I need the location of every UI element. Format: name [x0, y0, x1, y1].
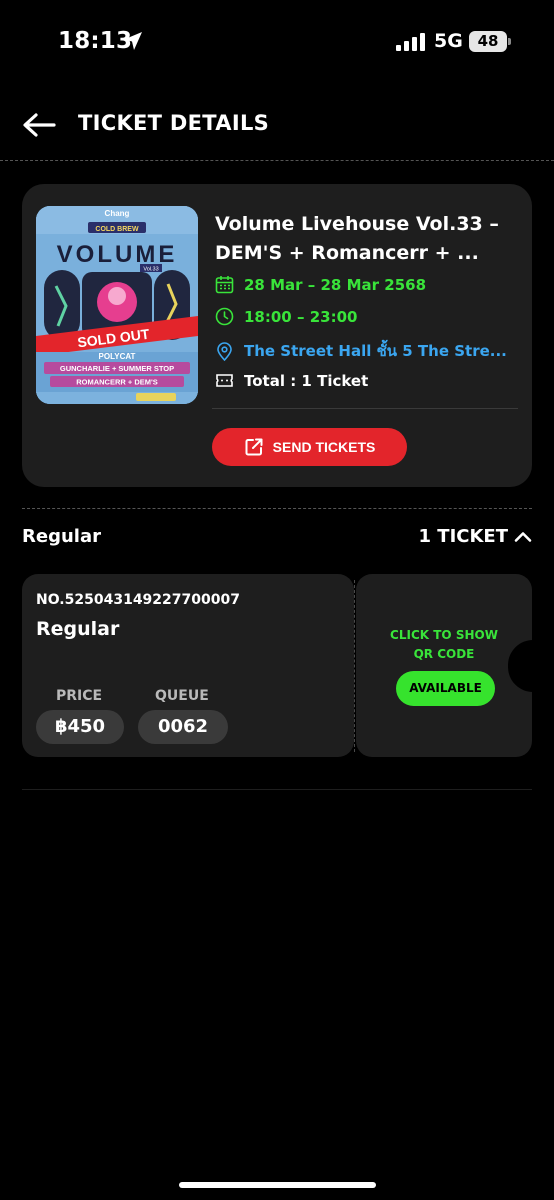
bottom-divider — [22, 789, 532, 790]
ticket-section-title: Regular — [22, 526, 101, 547]
show-qr-line2: QR CODE — [413, 647, 475, 661]
poster-lineup1: POLYCAT — [99, 352, 136, 361]
card-divider — [212, 408, 518, 409]
ticket-type: Regular — [36, 618, 120, 640]
poster-vol: Vol.33 — [143, 267, 158, 273]
price-label: PRICE — [56, 688, 103, 704]
event-time-row: 18:00 – 23:00 — [215, 307, 357, 326]
queue-label: QUEUE — [155, 688, 209, 704]
location-arrow-icon — [124, 32, 142, 50]
page-title: TICKET DETAILS — [78, 111, 270, 135]
available-badge[interactable]: AVAILABLE — [396, 671, 495, 706]
signal-icon — [396, 33, 426, 51]
home-indicator — [179, 1182, 376, 1188]
event-date-row: 28 Mar – 28 Mar 2568 — [215, 275, 426, 294]
price-value: ฿450 — [36, 710, 124, 744]
clock-icon — [215, 307, 234, 326]
event-title: Volume Livehouse Vol.33 – DEM'S + Romanc… — [215, 210, 515, 268]
section-divider — [22, 508, 532, 509]
ticket-notch — [508, 640, 554, 692]
event-venue[interactable]: The Street Hall ชั้น 5 The Stre... — [244, 339, 507, 363]
event-time: 18:00 – 23:00 — [244, 307, 358, 326]
ticket-number: NO.525043149227700007 — [36, 592, 240, 608]
show-qr-text[interactable]: CLICK TO SHOW QR CODE — [356, 626, 532, 664]
event-title-line2: DEM'S + Romancerr + ... — [215, 242, 479, 264]
header-divider — [0, 160, 554, 161]
event-venue-row[interactable]: The Street Hall ชั้น 5 The Stre... — [215, 339, 507, 363]
event-total-row: Total : 1 Ticket — [215, 371, 368, 390]
poster-lineup3: ROMANCERR + DEM'S — [76, 378, 158, 387]
poster-sponsor-sub: COLD BREW — [95, 226, 139, 233]
event-title-line1: Volume Livehouse Vol.33 – — [215, 213, 499, 235]
calendar-icon — [215, 276, 234, 294]
ticket-perforation — [354, 580, 355, 752]
status-bar: 18:13 5G 48 — [0, 0, 554, 80]
ticket-section-header[interactable]: Regular 1 TICKET — [22, 524, 532, 552]
battery-tip — [508, 38, 511, 45]
ticket-count: 1 TICKET — [418, 526, 509, 547]
event-date: 28 Mar – 28 Mar 2568 — [244, 275, 426, 294]
event-total: Total : 1 Ticket — [244, 371, 369, 390]
poster-sponsor: Chang — [105, 209, 130, 218]
event-card: Chang COLD BREW VOLUME Vol.33 SOLD OUT P… — [22, 184, 532, 487]
battery-icon: 48 — [469, 31, 507, 52]
network-type: 5G — [434, 30, 463, 52]
external-link-icon — [245, 438, 263, 456]
header: TICKET DETAILS — [0, 96, 554, 156]
location-pin-icon — [217, 341, 232, 361]
poster-title: VOLUME — [57, 241, 178, 268]
chevron-up-icon[interactable] — [514, 528, 532, 546]
send-tickets-button[interactable]: SEND TICKETS — [212, 428, 407, 466]
event-poster: Chang COLD BREW VOLUME Vol.33 SOLD OUT P… — [36, 206, 198, 404]
ticket-stub-info: NO.525043149227700007 Regular PRICE QUEU… — [22, 574, 354, 757]
show-qr-line1: CLICK TO SHOW — [390, 628, 498, 642]
ticket-icon — [216, 374, 233, 387]
qr-code-stub[interactable]: CLICK TO SHOW QR CODE AVAILABLE — [356, 574, 532, 757]
poster-lineup2: GUNCHARLIE + SUMMER STOP — [60, 364, 174, 373]
queue-value: 0062 — [138, 710, 228, 744]
send-tickets-label: SEND TICKETS — [272, 439, 376, 455]
back-arrow-icon[interactable] — [22, 112, 56, 138]
